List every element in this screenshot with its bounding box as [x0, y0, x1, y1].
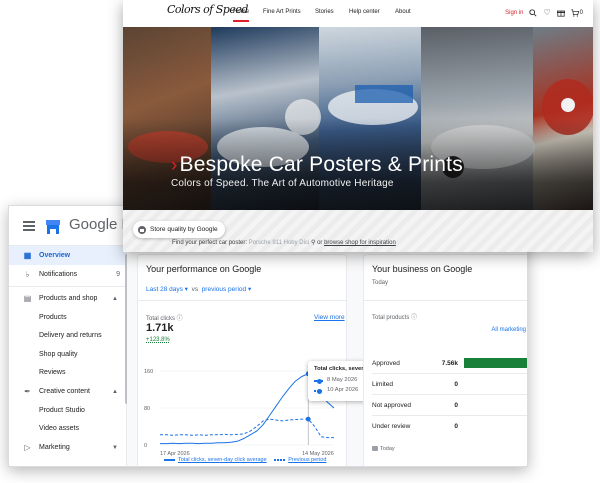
nav-stories[interactable]: Stories [315, 9, 334, 15]
find-poster-line: Find your perfect car poster: Porsche 91… [172, 239, 396, 246]
tooltip-date: 10 Apr 2026 [327, 387, 359, 393]
nav-help-center[interactable]: Help center [349, 9, 380, 15]
store-quality-badge[interactable]: Store quality by Google [133, 221, 225, 238]
notifications-count: 9 [116, 271, 120, 278]
sidebar-subitem-shop-quality[interactable]: Shop quality [9, 345, 126, 364]
status-value: 7.56k [441, 360, 458, 367]
heart-icon[interactable]: ♡ [543, 8, 550, 18]
search-strip: Store quality by Google Find your perfec… [123, 210, 593, 252]
gift-icon[interactable] [556, 9, 565, 17]
approved-bar [464, 358, 527, 368]
status-value: 0 [454, 423, 458, 430]
sidebar-item-label: Marketing [39, 444, 70, 451]
total-products-label-text: Total products [372, 315, 410, 321]
row-divider [372, 415, 527, 416]
sidebar: ▦ Overview ♭ Notifications 9 ▤ Products … [9, 246, 127, 466]
hero-banner: ›Bespoke Car Posters & Prints Colors of … [123, 27, 593, 210]
search-icon[interactable] [529, 9, 538, 17]
browse-shop-link[interactable]: browse shop for inspiration [324, 240, 396, 246]
sidebar-divider [9, 286, 126, 287]
sidebar-subitem-product-studio[interactable]: Product Studio [9, 401, 126, 420]
sidebar-item-label: Creative content [39, 388, 90, 395]
header-actions: Sign in ♡ 0 [505, 7, 583, 19]
card-divider [364, 300, 527, 301]
sidebar-subitem-products[interactable]: Products [9, 308, 126, 327]
storefront-window: Colors of Speed Home Fine Art Prints Sto… [123, 0, 593, 252]
sign-in-link[interactable]: Sign in [505, 10, 523, 16]
y-tick-label: 80 [144, 406, 150, 412]
merchant-center-main: Your performance on Google Last 28 days … [127, 246, 527, 466]
sidebar-item-creative-content[interactable]: ✒ Creative content ▲ [9, 382, 126, 401]
sidebar-item-products-and-shop[interactable]: ▤ Products and shop ▲ [9, 289, 126, 308]
performance-card: Your performance on Google Last 28 days … [137, 254, 420, 466]
grid-icon: ▦ [23, 251, 32, 260]
sidebar-subitem-reviews[interactable]: Reviews [9, 364, 126, 383]
hero-title: ›Bespoke Car Posters & Prints [171, 153, 463, 177]
y-tick-label: 0 [144, 443, 147, 449]
hero-title-text: Bespoke Car Posters & Prints [179, 153, 463, 176]
chevron-up-icon: ▲ [112, 388, 118, 395]
series-line-previous-period [160, 418, 334, 439]
series-dot-icon [317, 378, 322, 384]
nav-about[interactable]: About [395, 9, 411, 15]
search-icon[interactable]: ⚲ [311, 240, 315, 246]
store-quality-label: Store quality by Google [150, 226, 218, 233]
storefront-header: Colors of Speed Home Fine Art Prints Sto… [123, 0, 593, 27]
calendar-icon [372, 446, 378, 452]
hero-subtitle: Colors of Speed. The Art of Automotive H… [171, 178, 394, 189]
chevron-down-icon: ▼ [112, 444, 118, 451]
legend-current[interactable]: Total clicks, seven-day click average [178, 457, 267, 463]
business-card-title: Your business on Google [372, 264, 473, 274]
tooltip-date: 8 May 2026 [327, 377, 358, 383]
sidebar-item-overview[interactable]: ▦ Overview [9, 246, 126, 265]
brush-icon: ✒ [24, 387, 31, 396]
legend-dashed-swatch [274, 458, 286, 461]
status-label: Under review [372, 423, 411, 430]
cart-button[interactable]: 0 [571, 9, 583, 17]
status-label: Not approved [372, 402, 412, 409]
legend-previous[interactable]: Previous period [288, 457, 326, 463]
y-tick-label: 160 [144, 369, 153, 375]
nav-fine-art-prints[interactable]: Fine Art Prints [263, 9, 301, 15]
business-card: Your business on Google Today Total prod… [363, 254, 527, 466]
menu-icon[interactable] [23, 221, 35, 231]
row-divider [372, 394, 527, 395]
sidebar-item-label: Overview [39, 252, 71, 259]
status-label: Approved [372, 360, 400, 367]
store-icon: ▤ [23, 294, 32, 303]
legend-solid-swatch [164, 458, 175, 461]
search-example[interactable]: Porsche 911 Hoby Dici [249, 240, 310, 246]
sidebar-item-marketing[interactable]: ▷ Marketing ▼ [9, 438, 126, 457]
updated-today-label: Today [380, 446, 395, 452]
find-prefix: Find your perfect car poster: [172, 240, 248, 246]
chevron-up-icon: ▲ [112, 295, 118, 302]
total-products-label: Total products ⓘ [372, 315, 418, 321]
chevron-right-icon: › [171, 155, 178, 176]
cart-count: 0 [579, 10, 583, 16]
all-marketing-link[interactable]: All marketing [491, 327, 526, 333]
chart-legend: Total clicks, seven-day click average Pr… [164, 457, 326, 463]
highlight-point [305, 416, 311, 422]
sidebar-subitem-video-assets[interactable]: Video assets [9, 420, 126, 439]
row-divider [372, 373, 527, 374]
megaphone-icon: ▷ [24, 443, 31, 452]
find-or: or [317, 240, 323, 246]
sidebar-subitem-delivery-and-returns[interactable]: Delivery and returns [9, 327, 126, 346]
updated-today-badge: Today [372, 446, 395, 452]
sidebar-item-label: Products and shop [39, 295, 98, 302]
status-value: 0 [454, 402, 458, 409]
merchant-center-logo-icon [46, 220, 60, 234]
cart-icon [571, 9, 579, 17]
business-card-subtitle: Today [372, 280, 389, 286]
series-dot-icon [317, 388, 322, 394]
status-label: Limited [372, 381, 393, 388]
nav-home[interactable]: Home [233, 9, 250, 22]
lock-icon [138, 225, 146, 234]
sidebar-item-notifications[interactable]: ♭ Notifications 9 [9, 265, 126, 284]
sidebar-item-label: Notifications [39, 271, 78, 278]
bell-icon: ♭ [25, 270, 30, 279]
status-value: 0 [454, 381, 458, 388]
